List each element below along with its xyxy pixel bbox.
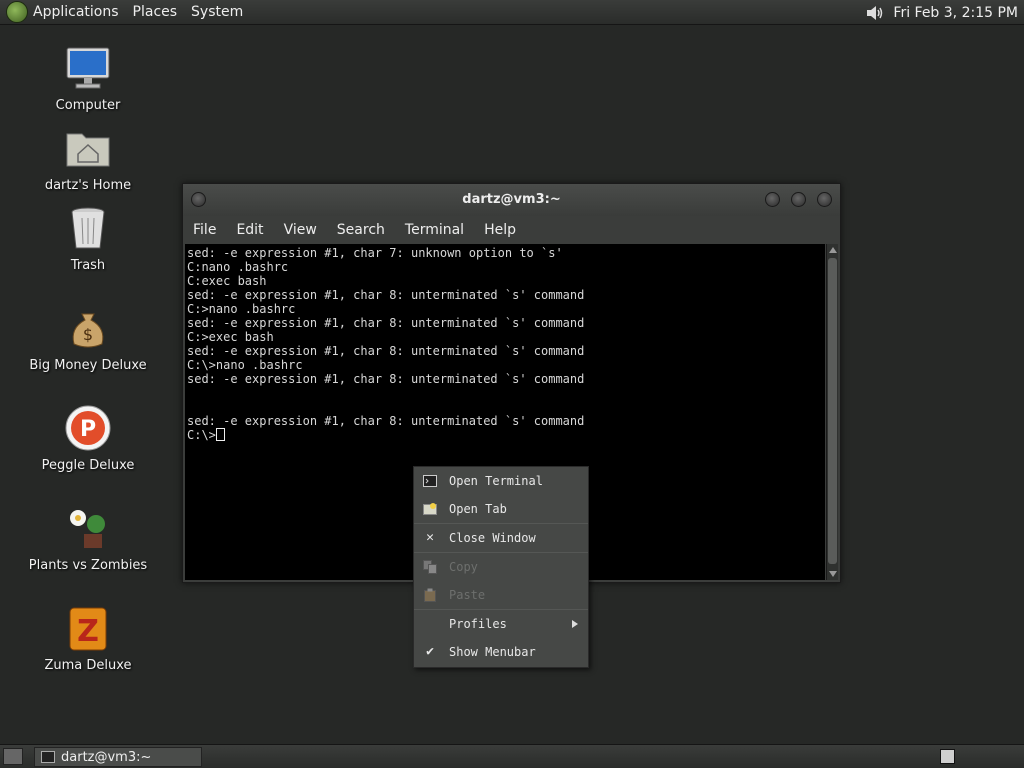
trash-icon (64, 204, 112, 252)
terminal-line: sed: -e expression #1, char 7: unknown o… (187, 246, 563, 260)
menu-item-label: Show Menubar (449, 645, 536, 659)
menu-item-profiles[interactable]: Profiles (414, 610, 588, 638)
svg-text:$: $ (83, 325, 93, 344)
scrollbar-thumb[interactable] (828, 258, 837, 564)
desktop-icon-label: Trash (70, 258, 106, 273)
menu-item-label: Profiles (449, 617, 507, 631)
terminal-line: sed: -e expression #1, char 8: untermina… (187, 316, 585, 330)
menu-item-open-tab[interactable]: Open Tab (414, 495, 588, 523)
desktop-icon-label: Big Money Deluxe (29, 358, 147, 373)
menu-terminal[interactable]: Terminal (405, 222, 464, 238)
close-icon: ✕ (426, 530, 434, 545)
copy-icon (423, 560, 437, 574)
svg-text:P: P (80, 417, 96, 442)
top-panel: Applications Places System Fri Feb 3, 2:… (0, 0, 1024, 25)
terminal-line: sed: -e expression #1, char 8: untermina… (187, 344, 585, 358)
desktop-icon-label: Plants vs Zombies (28, 558, 148, 573)
terminal-prompt: C:\> (187, 428, 216, 442)
menu-view[interactable]: View (284, 222, 317, 238)
svg-text:Z: Z (77, 614, 99, 649)
money-bag-icon: $ (64, 304, 112, 352)
submenu-arrow-icon (572, 620, 578, 628)
terminal-icon (423, 474, 437, 488)
maximize-button[interactable] (791, 192, 806, 207)
menu-item-show-menubar[interactable]: ✔ Show Menubar (414, 638, 588, 666)
taskbar-item-terminal[interactable]: dartz@vm3:~ (34, 747, 202, 767)
desktop-icon-trash[interactable]: Trash (23, 204, 153, 273)
window-title: dartz@vm3:~ (462, 192, 561, 207)
clock[interactable]: Fri Feb 3, 2:15 PM (893, 5, 1018, 21)
terminal-icon (41, 751, 55, 763)
gnome-foot-icon[interactable] (6, 1, 28, 23)
menu-help[interactable]: Help (484, 222, 516, 238)
menu-item-label: Close Window (449, 531, 536, 545)
desktop-icon-computer[interactable]: Computer (23, 44, 153, 113)
terminal-scrollbar[interactable] (826, 244, 838, 580)
terminal-line: sed: -e expression #1, char 8: untermina… (187, 288, 585, 302)
desktop-icon-big-money[interactable]: $ Big Money Deluxe (23, 304, 153, 373)
terminal-menubar: File Edit View Search Terminal Help (183, 216, 840, 244)
desktop-icon-label: Computer (55, 98, 121, 113)
zuma-icon: Z (64, 604, 112, 652)
menu-edit[interactable]: Edit (236, 222, 263, 238)
menu-item-label: Open Tab (449, 502, 507, 516)
desktop-icon-peggle[interactable]: P Peggle Deluxe (23, 404, 153, 473)
show-desktop-button[interactable] (3, 748, 23, 765)
menu-item-close-window[interactable]: ✕ Close Window (414, 524, 588, 552)
desktop-icon-label: Zuma Deluxe (44, 658, 132, 673)
menu-item-copy: Copy (414, 553, 588, 581)
scroll-down-arrow[interactable] (829, 571, 837, 577)
terminal-line: sed: -e expression #1, char 8: untermina… (187, 414, 585, 428)
terminal-prompt-line: C:\> (187, 428, 823, 442)
close-button[interactable] (817, 192, 832, 207)
home-folder-icon (64, 124, 112, 172)
peggle-icon: P (64, 404, 112, 452)
desktop-icon-home[interactable]: dartz's Home (23, 124, 153, 193)
terminal-line: sed: -e expression #1, char 8: untermina… (187, 372, 585, 386)
menu-item-open-terminal[interactable]: Open Terminal (414, 467, 588, 495)
workspace-switcher[interactable] (940, 749, 955, 764)
window-titlebar[interactable]: dartz@vm3:~ (183, 184, 840, 216)
scroll-up-arrow[interactable] (829, 247, 837, 253)
terminal-line: C:exec bash (187, 274, 267, 288)
menu-item-label: Open Terminal (449, 474, 543, 488)
paste-icon (423, 588, 437, 602)
desktop-icon-zuma[interactable]: Z Zuma Deluxe (23, 604, 153, 673)
desktop-icon-label: dartz's Home (44, 178, 132, 193)
menu-applications[interactable]: Applications (33, 4, 119, 20)
bottom-panel: dartz@vm3:~ (0, 744, 1024, 768)
desktop-icon-label: Peggle Deluxe (41, 458, 135, 473)
panel-tray: Fri Feb 3, 2:15 PM (865, 0, 1018, 25)
computer-icon (64, 44, 112, 92)
terminal-line: C:\>nano .bashrc (187, 358, 303, 372)
menu-system[interactable]: System (191, 4, 243, 20)
window-menu-button[interactable] (191, 192, 206, 207)
volume-icon[interactable] (865, 4, 885, 22)
plants-icon (64, 504, 112, 552)
terminal-line: C:>nano .bashrc (187, 302, 296, 316)
menu-item-label: Paste (449, 588, 486, 602)
terminal-line: C:nano .bashrc (187, 260, 289, 274)
menu-file[interactable]: File (193, 222, 216, 238)
menu-places[interactable]: Places (133, 4, 178, 20)
minimize-button[interactable] (765, 192, 780, 207)
menu-item-paste: Paste (414, 581, 588, 609)
menu-item-label: Copy (449, 560, 478, 574)
desktop-icon-plants[interactable]: Plants vs Zombies (23, 504, 153, 573)
checkmark-icon: ✔ (426, 644, 434, 659)
terminal-line: C:>exec bash (187, 330, 274, 344)
terminal-cursor (215, 428, 225, 441)
new-tab-icon (423, 502, 437, 516)
taskbar-item-label: dartz@vm3:~ (61, 749, 152, 765)
context-menu: Open Terminal Open Tab ✕ Close Window Co… (413, 466, 589, 668)
menu-search[interactable]: Search (337, 222, 385, 238)
